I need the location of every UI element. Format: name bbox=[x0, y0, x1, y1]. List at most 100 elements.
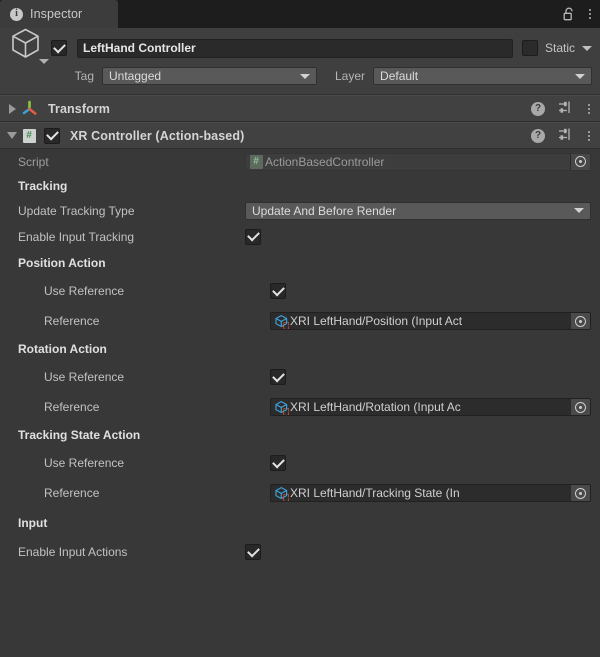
tracking-state-use-reference-label: Use Reference bbox=[44, 456, 125, 470]
property-row-enable-input-actions: Enable Input Actions bbox=[0, 538, 600, 566]
position-reference-object-field[interactable]: {} XRI LeftHand/Position (Input Act bbox=[270, 312, 591, 330]
script-object-field[interactable]: # ActionBasedController bbox=[245, 152, 591, 171]
tag-label: Tag bbox=[74, 69, 94, 83]
object-picker-icon[interactable] bbox=[570, 313, 590, 329]
chevron-right-icon bbox=[8, 103, 16, 114]
input-action-reference-icon: {} bbox=[273, 314, 289, 329]
rotation-reference-object-field[interactable]: {} XRI LeftHand/Rotation (Input Ac bbox=[270, 398, 591, 416]
position-reference-value: XRI LeftHand/Position (Input Act bbox=[290, 314, 463, 328]
section-header-tracking: Tracking bbox=[0, 174, 600, 198]
script-label: Script bbox=[18, 154, 49, 169]
section-header-tracking-state-action: Tracking State Action bbox=[0, 422, 600, 448]
script-file-glyph: # bbox=[249, 154, 263, 169]
enable-input-actions-label: Enable Input Actions bbox=[18, 545, 128, 559]
chevron-down-icon bbox=[575, 73, 585, 79]
rotation-reference-value: XRI LeftHand/Rotation (Input Ac bbox=[290, 400, 461, 414]
property-row-update-tracking-type: Update Tracking Type Update And Before R… bbox=[0, 198, 600, 223]
xr-controller-foldout-toggle[interactable] bbox=[4, 132, 20, 139]
xr-controller-properties: Script # ActionBasedController Tracking … bbox=[0, 149, 600, 566]
tracking-state-reference-label: Reference bbox=[44, 486, 100, 500]
tracking-state-reference-value: XRI LeftHand/Tracking State (In bbox=[290, 486, 460, 500]
chevron-down-icon bbox=[7, 132, 17, 139]
position-use-reference-checkbox[interactable] bbox=[270, 283, 286, 299]
object-picker-icon[interactable] bbox=[570, 485, 590, 501]
tracking-state-use-reference-checkbox[interactable] bbox=[270, 455, 286, 471]
script-file-glyph: # bbox=[22, 128, 36, 143]
enable-input-tracking-label: Enable Input Tracking bbox=[18, 229, 135, 244]
update-tracking-type-label: Update Tracking Type bbox=[18, 203, 135, 218]
kebab-menu-icon[interactable] bbox=[586, 102, 592, 116]
update-tracking-type-value: Update And Before Render bbox=[252, 203, 397, 218]
gameobject-name-row: LeftHand Controller Static bbox=[0, 28, 600, 64]
static-checkbox[interactable] bbox=[521, 40, 538, 56]
script-icon: # bbox=[248, 154, 264, 169]
transform-axis-icon bbox=[20, 100, 38, 117]
gameobject-header: LeftHand Controller Static Tag Untagged … bbox=[0, 28, 600, 95]
input-header-label: Input bbox=[18, 516, 48, 530]
tag-dropdown[interactable]: Untagged bbox=[102, 67, 317, 85]
tracking-state-action-header-label: Tracking State Action bbox=[18, 428, 141, 442]
property-row-rotation-reference: Reference {} XRI LeftHand/Rotation (Inpu… bbox=[0, 392, 600, 422]
chevron-down-icon bbox=[39, 59, 49, 64]
preset-sliders-icon[interactable] bbox=[558, 100, 573, 118]
tab-inspector-label: Inspector bbox=[30, 7, 83, 21]
svg-text:{}: {} bbox=[281, 322, 289, 329]
xr-controller-header-actions: ? bbox=[531, 127, 592, 145]
rotation-action-header-label: Rotation Action bbox=[18, 342, 107, 356]
help-icon[interactable]: ? bbox=[531, 101, 545, 116]
xr-controller-enabled-checkbox[interactable] bbox=[44, 127, 60, 144]
inspector-tabbar: i Inspector bbox=[0, 0, 600, 28]
property-row-tracking-state-use-reference: Use Reference bbox=[0, 448, 600, 478]
gameobject-enabled-checkbox[interactable] bbox=[51, 40, 67, 56]
svg-text:{}: {} bbox=[281, 408, 289, 415]
rotation-use-reference-checkbox[interactable] bbox=[270, 369, 286, 385]
component-header-transform[interactable]: Transform ? bbox=[0, 95, 600, 122]
property-row-script: Script # ActionBasedController bbox=[0, 149, 600, 174]
layer-value: Default bbox=[380, 69, 419, 83]
property-row-position-reference: Reference {} XRI LeftHand/Position (Inpu… bbox=[0, 306, 600, 336]
cube-icon[interactable] bbox=[9, 27, 51, 69]
kebab-menu-icon[interactable] bbox=[586, 129, 592, 143]
section-header-input: Input bbox=[0, 508, 600, 538]
gameobject-name-field[interactable]: LeftHand Controller bbox=[77, 38, 513, 58]
layer-label: Layer bbox=[335, 69, 366, 83]
component-header-xr-controller[interactable]: # XR Controller (Action-based) ? bbox=[0, 122, 600, 149]
script-value: ActionBasedController bbox=[265, 154, 385, 169]
property-row-tracking-state-reference: Reference {} XRI LeftHand/Tracking State… bbox=[0, 478, 600, 508]
tabbar-actions bbox=[563, 0, 600, 28]
component-title-xr-controller: XR Controller (Action-based) bbox=[70, 128, 245, 143]
property-row-enable-input-tracking: Enable Input Tracking bbox=[0, 223, 600, 250]
layer-dropdown[interactable]: Default bbox=[373, 67, 592, 85]
update-tracking-type-dropdown[interactable]: Update And Before Render bbox=[245, 201, 591, 220]
script-icon: # bbox=[20, 128, 38, 143]
kebab-menu-icon[interactable] bbox=[587, 7, 593, 21]
transform-header-actions: ? bbox=[531, 100, 592, 118]
preset-sliders-icon[interactable] bbox=[558, 127, 573, 145]
tag-value: Untagged bbox=[109, 69, 162, 83]
static-dropdown-chevron-icon[interactable] bbox=[582, 45, 592, 51]
object-picker-icon[interactable] bbox=[570, 399, 590, 415]
chevron-down-icon bbox=[300, 73, 310, 79]
enable-input-tracking-checkbox[interactable] bbox=[245, 228, 261, 245]
svg-text:{}: {} bbox=[281, 494, 289, 501]
static-label: Static bbox=[544, 41, 575, 55]
input-action-reference-icon: {} bbox=[273, 486, 289, 501]
rotation-use-reference-label: Use Reference bbox=[44, 370, 125, 384]
position-reference-label: Reference bbox=[44, 314, 100, 328]
tab-inspector[interactable]: i Inspector bbox=[0, 0, 118, 28]
chevron-down-icon bbox=[574, 208, 584, 213]
help-icon[interactable]: ? bbox=[531, 128, 545, 143]
rotation-reference-label: Reference bbox=[44, 400, 100, 414]
lock-open-icon[interactable] bbox=[563, 7, 575, 21]
transform-foldout-toggle[interactable] bbox=[4, 103, 20, 114]
position-use-reference-label: Use Reference bbox=[44, 284, 125, 298]
object-picker-icon[interactable] bbox=[570, 153, 590, 170]
section-header-position-action: Position Action bbox=[0, 250, 600, 276]
property-row-rotation-use-reference: Use Reference bbox=[0, 362, 600, 392]
section-header-rotation-action: Rotation Action bbox=[0, 336, 600, 362]
static-group: Static bbox=[521, 40, 592, 56]
enable-input-actions-checkbox[interactable] bbox=[245, 544, 261, 560]
tracking-state-reference-object-field[interactable]: {} XRI LeftHand/Tracking State (In bbox=[270, 484, 591, 502]
property-row-position-use-reference: Use Reference bbox=[0, 276, 600, 306]
tag-layer-row: Tag Untagged Layer Default bbox=[0, 66, 600, 86]
